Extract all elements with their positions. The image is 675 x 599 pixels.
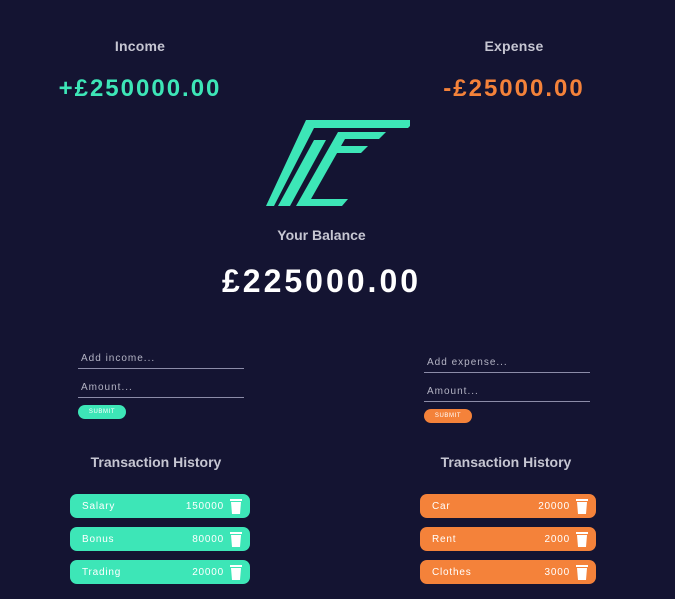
expense-form: SUBMIT bbox=[424, 354, 592, 423]
trash-icon[interactable] bbox=[576, 531, 588, 547]
income-form: SUBMIT bbox=[78, 350, 246, 419]
income-transaction-row: Salary 150000 bbox=[70, 494, 250, 518]
expense-history-list: Car 20000 Rent 2000 Clothes 3000 bbox=[420, 494, 596, 593]
brand-logo-icon bbox=[266, 120, 410, 206]
expense-submit-button[interactable]: SUBMIT bbox=[424, 409, 472, 423]
transaction-amount: 20000 bbox=[192, 566, 224, 578]
income-description-input[interactable] bbox=[78, 350, 244, 369]
income-transaction-row: Trading 20000 bbox=[70, 560, 250, 584]
trash-icon[interactable] bbox=[576, 498, 588, 514]
balance-label: Your Balance bbox=[277, 227, 366, 243]
expense-summary: Expense -£25000.00 bbox=[414, 38, 614, 103]
transaction-amount: 3000 bbox=[544, 566, 570, 578]
expense-transaction-row: Rent 2000 bbox=[420, 527, 596, 551]
income-amount-input[interactable] bbox=[78, 379, 244, 398]
trash-icon[interactable] bbox=[576, 564, 588, 580]
transaction-name: Clothes bbox=[432, 566, 472, 578]
income-history-list: Salary 150000 Bonus 80000 Trading 20000 bbox=[70, 494, 250, 593]
balance-amount: £225000.00 bbox=[221, 263, 422, 299]
transaction-amount: 2000 bbox=[544, 533, 570, 545]
transaction-name: Trading bbox=[82, 566, 122, 578]
trash-icon[interactable] bbox=[230, 564, 242, 580]
expense-label: Expense bbox=[484, 38, 544, 54]
expense-transaction-row: Clothes 3000 bbox=[420, 560, 596, 584]
transaction-amount: 150000 bbox=[185, 500, 224, 512]
income-total: +£250000.00 bbox=[58, 75, 222, 102]
expense-total: -£25000.00 bbox=[443, 75, 585, 102]
income-summary: Income +£250000.00 bbox=[40, 38, 240, 103]
income-label: Income bbox=[114, 38, 166, 54]
expense-description-input[interactable] bbox=[424, 354, 590, 373]
income-submit-button[interactable]: SUBMIT bbox=[78, 405, 126, 419]
transaction-name: Bonus bbox=[82, 533, 115, 545]
expense-amount-input[interactable] bbox=[424, 383, 590, 402]
trash-icon[interactable] bbox=[230, 531, 242, 547]
transaction-amount: 20000 bbox=[538, 500, 570, 512]
trash-icon[interactable] bbox=[230, 498, 242, 514]
transaction-name: Car bbox=[432, 500, 451, 512]
expense-history-title: Transaction History bbox=[440, 454, 572, 470]
transaction-name: Salary bbox=[82, 500, 116, 512]
income-transaction-row: Bonus 80000 bbox=[70, 527, 250, 551]
expense-transaction-row: Car 20000 bbox=[420, 494, 596, 518]
transaction-amount: 80000 bbox=[192, 533, 224, 545]
income-history-title: Transaction History bbox=[90, 454, 222, 470]
transaction-name: Rent bbox=[432, 533, 457, 545]
